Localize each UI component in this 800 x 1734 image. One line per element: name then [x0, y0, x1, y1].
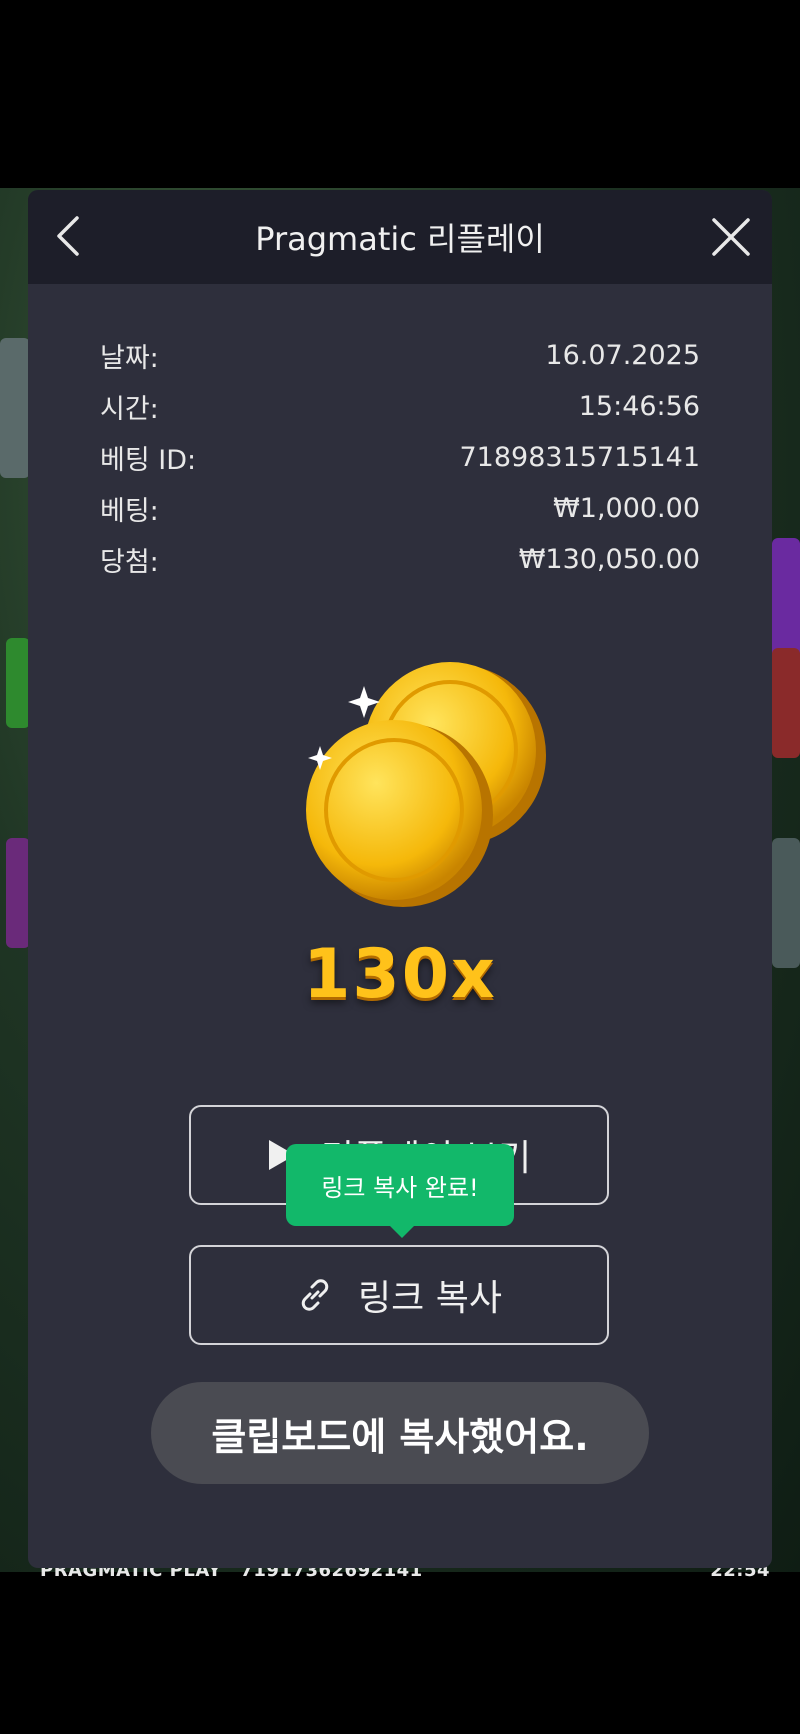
modal-header: Pragmatic 리플레이	[28, 190, 772, 284]
date-value: 16.07.2025	[545, 340, 700, 371]
reel-symbol	[772, 538, 800, 658]
bet-label: 베팅:	[100, 496, 159, 527]
reel-symbol	[6, 638, 30, 728]
close-button[interactable]	[702, 208, 760, 266]
bet-id-label: 베팅 ID:	[100, 445, 197, 476]
coins-icon	[306, 662, 546, 907]
detail-row-time: 시간: 15:46:56	[100, 381, 700, 432]
win-label: 당첨:	[100, 547, 159, 578]
detail-row-bet-id: 베팅 ID: 71898315715141	[100, 432, 700, 483]
win-value: ₩130,050.00	[518, 544, 700, 575]
detail-row-date: 날짜: 16.07.2025	[100, 330, 700, 381]
detail-row-win: 당첨: ₩130,050.00	[100, 534, 700, 585]
modal-title: Pragmatic 리플레이	[255, 220, 545, 258]
link-icon	[296, 1276, 334, 1314]
back-button[interactable]	[40, 208, 96, 264]
win-multiplier: 130x	[303, 935, 497, 1014]
clipboard-toast: 클립보드에 복사했어요.	[151, 1382, 649, 1484]
copy-link-label: 링크 복사	[358, 1278, 502, 1319]
replay-modal: Pragmatic 리플레이 날짜: 16.07.2025 시간: 15:46:…	[28, 190, 772, 1568]
reel-symbol	[772, 648, 800, 758]
bet-id-value: 71898315715141	[459, 442, 701, 473]
bet-details: 날짜: 16.07.2025 시간: 15:46:56 베팅 ID: 71898…	[100, 330, 700, 585]
copy-link-button[interactable]: 링크 복사	[189, 1245, 609, 1345]
detail-row-bet: 베팅: ₩1,000.00	[100, 483, 700, 534]
chevron-left-icon	[57, 216, 79, 256]
time-label: 시간:	[100, 394, 159, 425]
date-label: 날짜:	[100, 343, 159, 374]
close-icon	[712, 218, 750, 256]
reel-symbol	[772, 838, 800, 968]
reel-symbol	[6, 838, 30, 948]
reel-symbol	[0, 338, 30, 478]
bet-value: ₩1,000.00	[553, 493, 700, 524]
copy-success-tooltip: 링크 복사 완료!	[286, 1144, 514, 1238]
time-value: 15:46:56	[578, 391, 700, 422]
